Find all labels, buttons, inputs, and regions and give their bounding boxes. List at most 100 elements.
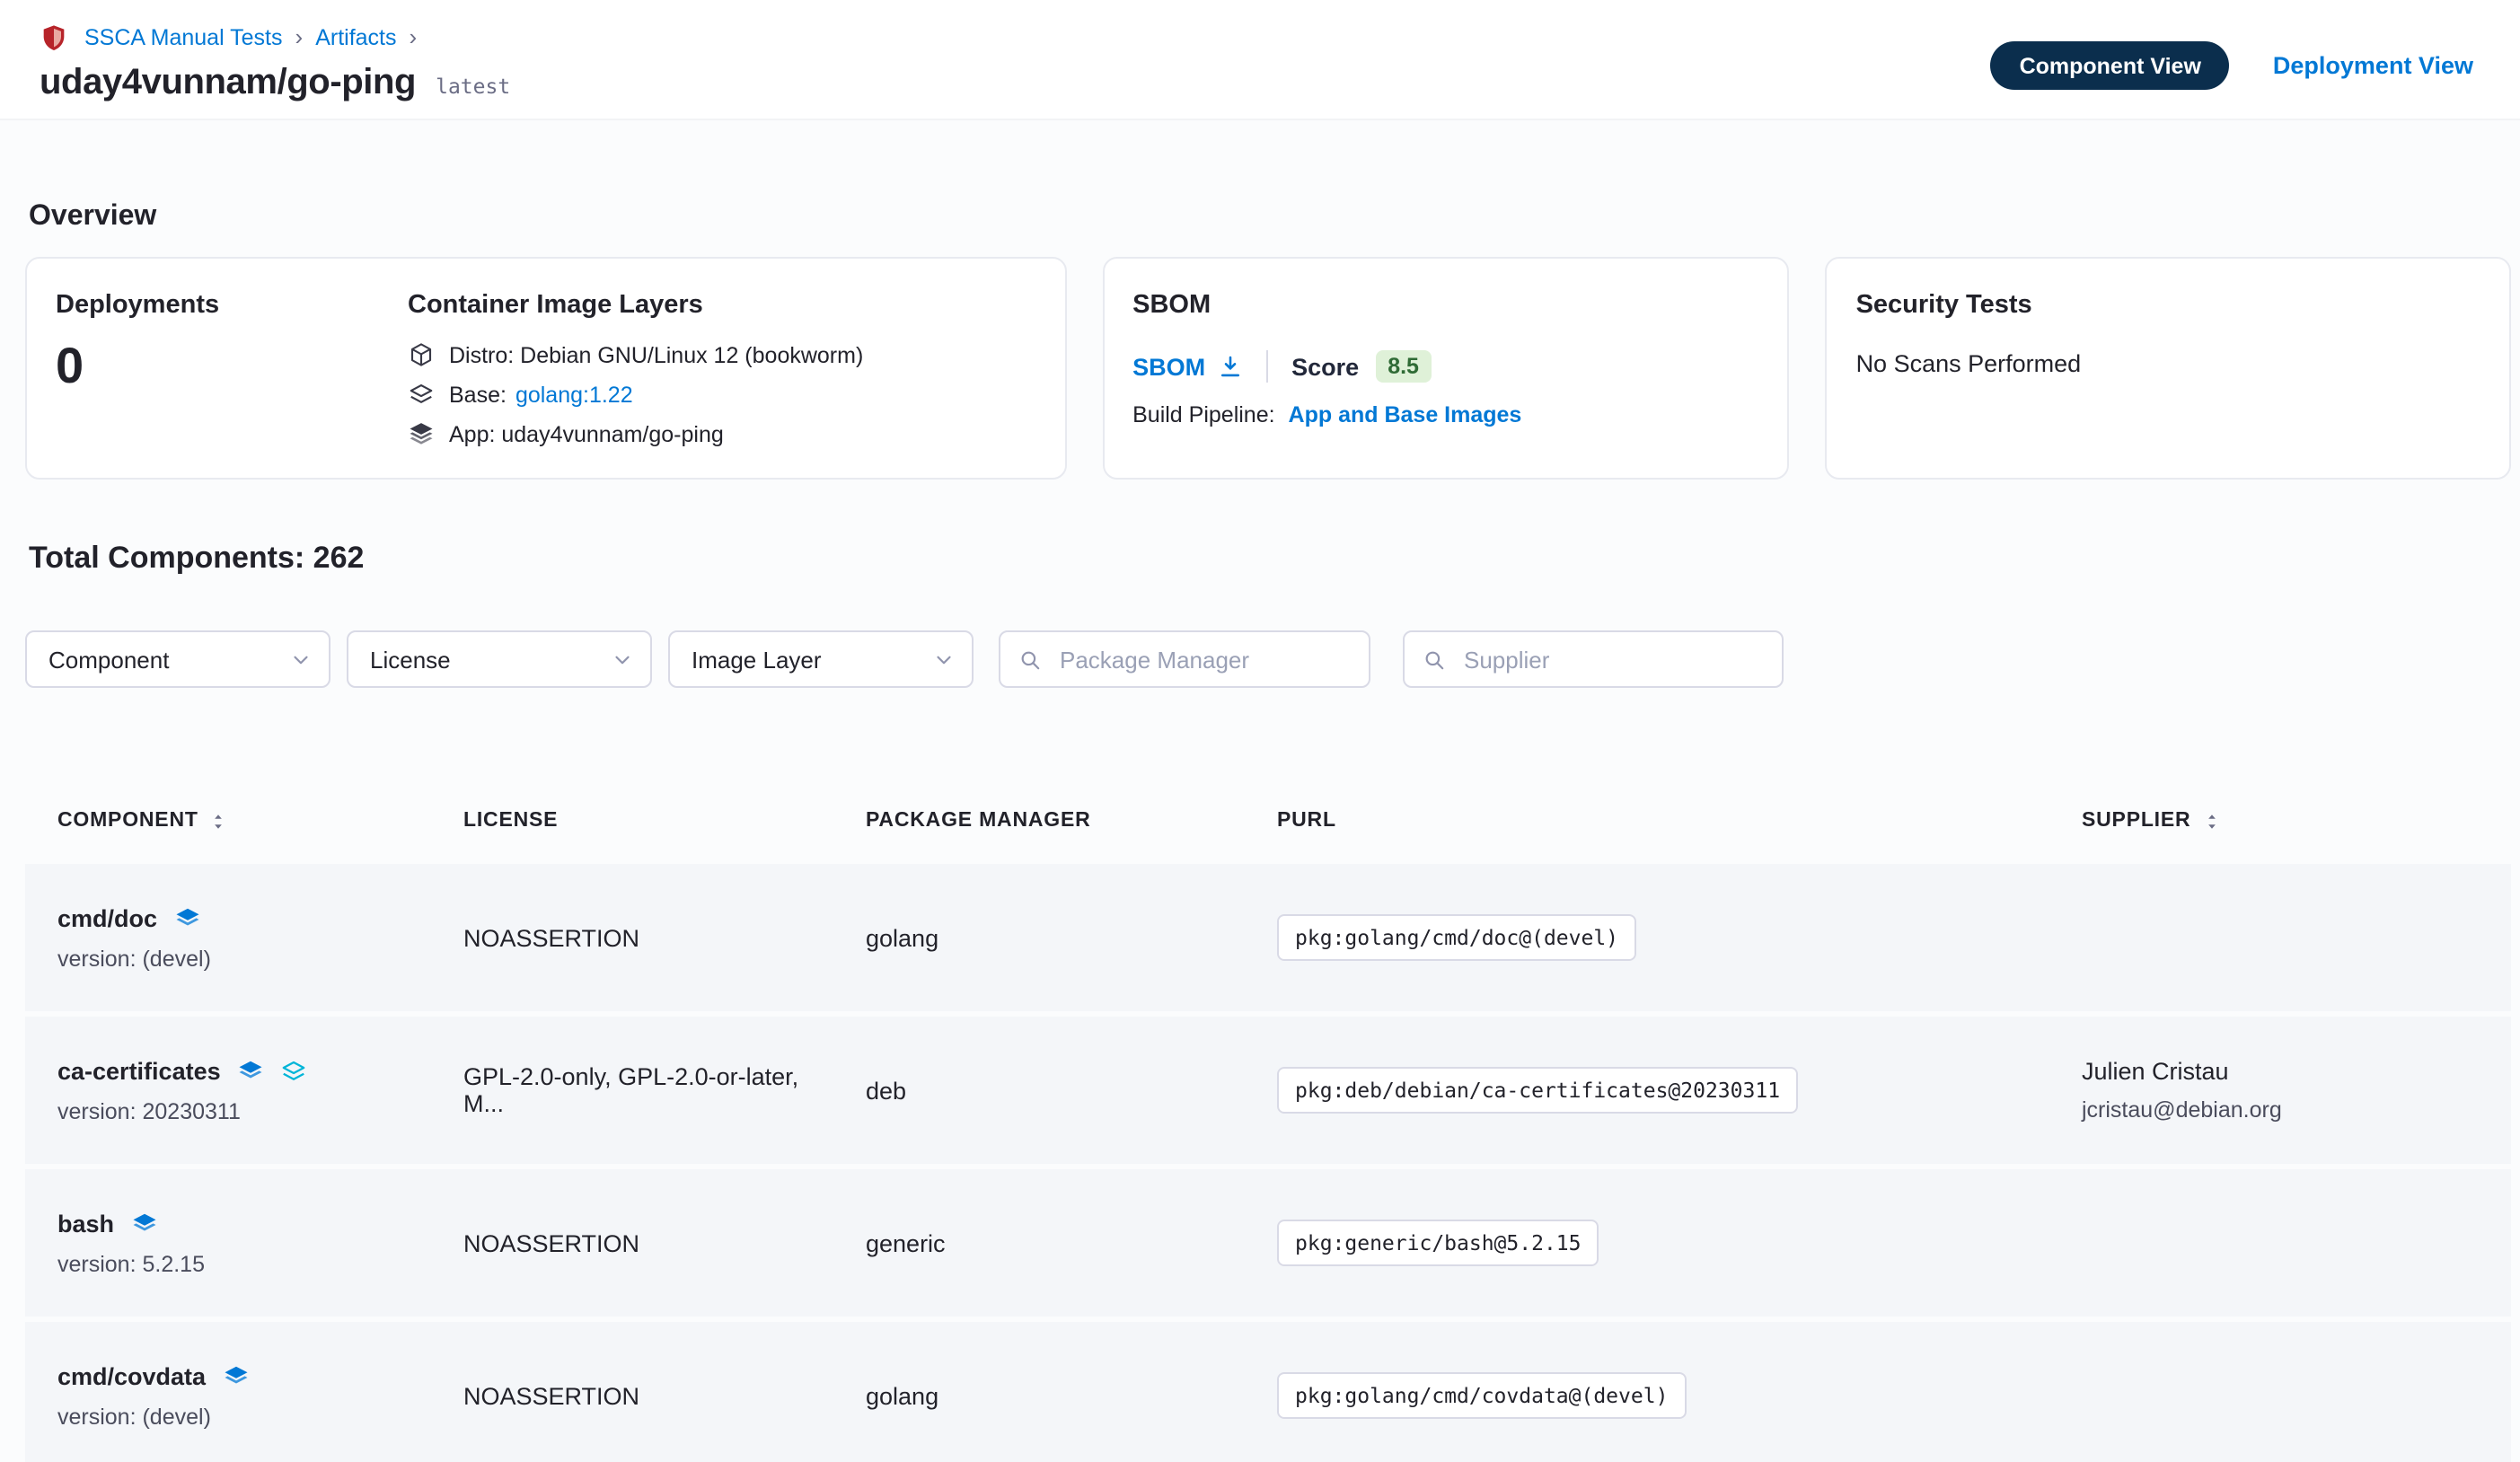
column-header-package-manager: PACKAGE MANAGER xyxy=(866,810,1277,832)
chevron-down-icon xyxy=(932,647,956,671)
deployment-view-link[interactable]: Deployment View xyxy=(2273,52,2473,79)
security-tests-card: Security Tests No Scans Performed xyxy=(1826,257,2511,480)
purl-value: pkg:generic/bash@5.2.15 xyxy=(1277,1220,1599,1266)
table-row: bash version: 5.2.15 NOASSERTION generic… xyxy=(25,1169,2511,1317)
supplier-cell: Julien Cristau jcristau@debian.org xyxy=(2082,1058,2511,1123)
component-version: version: 5.2.15 xyxy=(57,1251,438,1276)
column-header-label: SUPPLIER xyxy=(2082,810,2190,832)
column-header-label: COMPONENT xyxy=(57,810,198,832)
package-manager-cell: generic xyxy=(866,1229,1277,1256)
package-manager-cell: golang xyxy=(866,924,1277,951)
package-manager-cell: deb xyxy=(866,1077,1277,1104)
app-label: App: uday4vunnam/go-ping xyxy=(449,421,724,446)
shield-icon xyxy=(40,22,68,51)
overview-cards: Deployments 0 Container Image Layers xyxy=(25,257,2511,480)
deployments-and-layers-card: Deployments 0 Container Image Layers xyxy=(25,257,1066,480)
main-content: Overview Deployments 0 Container Image L… xyxy=(0,119,2520,1462)
breadcrumb: SSCA Manual Tests › Artifacts › xyxy=(40,22,510,52)
sbom-card-title: SBOM xyxy=(1132,291,1758,320)
sbom-download-link[interactable]: SBOM xyxy=(1132,353,1243,380)
table-row: cmd/doc version: (devel) NOASSERTION gol… xyxy=(25,864,2511,1011)
component-cell: cmd/doc version: (devel) xyxy=(57,904,463,971)
build-pipeline-row: Build Pipeline: App and Base Images xyxy=(1132,402,1758,427)
package-manager-search-input[interactable] xyxy=(1056,644,1351,674)
build-pipeline-label: Build Pipeline: xyxy=(1132,402,1274,427)
image-layers-list: Distro: Debian GNU/Linux 12 (bookworm) B… xyxy=(408,341,863,447)
license-filter-label: License xyxy=(370,646,451,673)
column-header-label: PURL xyxy=(1277,810,1336,832)
component-view-button[interactable]: Component View xyxy=(1991,41,2230,90)
supplier-searchbox xyxy=(1403,630,1784,688)
license-cell: NOASSERTION xyxy=(463,924,866,951)
supplier-email: jcristau@debian.org xyxy=(2082,1097,2493,1123)
column-header-license: LICENSE xyxy=(463,810,866,832)
column-header-component[interactable]: COMPONENT xyxy=(57,810,463,832)
version-tag: latest xyxy=(436,74,510,99)
component-name: bash xyxy=(57,1210,114,1237)
distro-layer-item: Distro: Debian GNU/Linux 12 (bookworm) xyxy=(408,341,863,368)
column-header-purl: PURL xyxy=(1277,810,2082,832)
package-manager-searchbox xyxy=(999,630,1370,688)
distro-label: Distro: Debian GNU/Linux 12 (bookworm) xyxy=(449,342,863,367)
supplier-cell xyxy=(2082,931,2511,944)
container-image-layers-title: Container Image Layers xyxy=(408,291,863,320)
layers-blue-icon xyxy=(222,1362,249,1389)
breadcrumb-link-project[interactable]: SSCA Manual Tests xyxy=(84,24,283,49)
supplier-search-input[interactable] xyxy=(1460,644,1764,674)
chevron-down-icon xyxy=(611,647,634,671)
component-name: cmd/covdata xyxy=(57,1362,206,1389)
filters-bar: Component License Image Layer xyxy=(25,630,2511,688)
package-manager-cell: golang xyxy=(866,1382,1277,1409)
page: SSCA Manual Tests › Artifacts › uday4vun… xyxy=(0,0,2520,1462)
page-title: uday4vunnam/go-ping xyxy=(40,63,416,104)
sort-arrows-icon[interactable] xyxy=(2201,811,2221,831)
deployments-title: Deployments xyxy=(56,291,408,320)
layers-three-icon xyxy=(408,420,435,447)
sbom-score-badge: 8.5 xyxy=(1375,350,1432,383)
table-row: ca-certificates version: 20230311 GPL-2.… xyxy=(25,1017,2511,1164)
component-cell: bash version: 5.2.15 xyxy=(57,1210,463,1276)
purl-cell: pkg:golang/cmd/covdata@(devel) xyxy=(1277,1379,1686,1412)
components-table: COMPONENT LICENSE PACKAGE MANAGER PURL S… xyxy=(25,788,2511,1462)
component-cell: cmd/covdata version: (devel) xyxy=(57,1362,463,1429)
supplier-name: Julien Cristau xyxy=(2082,1058,2493,1085)
header-left: SSCA Manual Tests › Artifacts › uday4vun… xyxy=(40,22,510,104)
cube-icon xyxy=(408,341,435,368)
purl-cell: pkg:golang/cmd/doc@(devel) xyxy=(1277,921,1636,954)
breadcrumb-link-artifacts[interactable]: Artifacts xyxy=(315,24,396,49)
search-icon xyxy=(1018,647,1042,671)
header: SSCA Manual Tests › Artifacts › uday4vun… xyxy=(0,0,2520,119)
component-version: version: (devel) xyxy=(57,1404,438,1429)
component-version: version: 20230311 xyxy=(57,1098,438,1123)
breadcrumb-separator-icon: › xyxy=(410,25,418,48)
build-pipeline-link[interactable]: App and Base Images xyxy=(1289,402,1522,427)
table-row: cmd/covdata version: (devel) NOASSERTION… xyxy=(25,1322,2511,1462)
image-layer-filter-dropdown[interactable]: Image Layer xyxy=(668,630,974,688)
layers-blue-icon xyxy=(173,904,200,931)
breadcrumb-separator-icon: › xyxy=(295,25,304,48)
column-header-supplier[interactable]: SUPPLIER xyxy=(2082,810,2511,832)
purl-value: pkg:deb/debian/ca-certificates@20230311 xyxy=(1277,1067,1798,1114)
component-filter-dropdown[interactable]: Component xyxy=(25,630,330,688)
vertical-divider xyxy=(1266,350,1268,383)
table-body: cmd/doc version: (devel) NOASSERTION gol… xyxy=(25,864,2511,1462)
deployments-count: 0 xyxy=(56,341,408,392)
base-image-link[interactable]: golang:1.22 xyxy=(515,382,633,407)
download-icon[interactable] xyxy=(1218,354,1243,379)
title-row: uday4vunnam/go-ping latest xyxy=(40,63,510,104)
license-cell: NOASSERTION xyxy=(463,1382,866,1409)
sort-arrows-icon[interactable] xyxy=(209,811,229,831)
component-cell: ca-certificates version: 20230311 xyxy=(57,1057,463,1123)
layers-blue-icon xyxy=(130,1210,157,1237)
license-filter-dropdown[interactable]: License xyxy=(347,630,652,688)
layers-blue-icon xyxy=(237,1057,264,1084)
column-header-label: PACKAGE MANAGER xyxy=(866,810,1091,832)
sbom-score-label: Score xyxy=(1291,353,1359,380)
image-layer-filter-label: Image Layer xyxy=(692,646,822,673)
layers-two-icon xyxy=(408,381,435,408)
component-filter-label: Component xyxy=(48,646,169,673)
view-switcher: Component View Deployment View xyxy=(1991,41,2473,90)
supplier-cell xyxy=(2082,1389,2511,1402)
license-cell: NOASSERTION xyxy=(463,1229,866,1256)
security-tests-title: Security Tests xyxy=(1856,291,2480,320)
